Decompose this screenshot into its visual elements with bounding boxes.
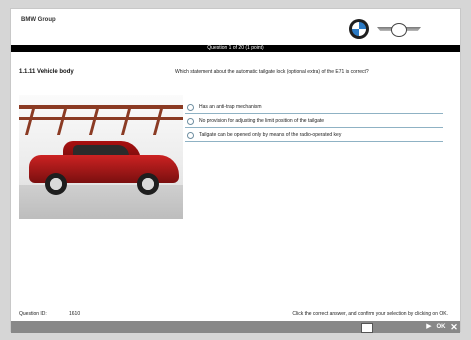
close-icon[interactable]: ✕: [449, 322, 459, 332]
print-icon[interactable]: [361, 323, 373, 333]
answer-label: No provision for adjusting the limit pos…: [199, 118, 325, 124]
brand-title: BMW Group: [21, 17, 56, 23]
car-illustration: [29, 141, 179, 195]
bmw-logo-icon: [349, 19, 369, 39]
radio-icon[interactable]: [187, 132, 194, 139]
radio-icon[interactable]: [187, 118, 194, 125]
instruction-text: Click the correct answer, and confirm yo…: [292, 311, 448, 317]
question-id-label: Question ID:: [19, 311, 47, 317]
vehicle-photo: [19, 95, 183, 219]
footer-toolbar: ▶ OK ✕: [11, 321, 460, 333]
question-text: Which statement about the automatic tail…: [175, 69, 369, 75]
quiz-window: BMW Group Question 1 of 20 (1 point) 1.1…: [10, 8, 461, 333]
mini-logo-icon: [377, 23, 421, 37]
answer-option-3[interactable]: Tailgate can be opened only by means of …: [185, 129, 443, 142]
answer-label: Has an anti-trap mechanism: [199, 104, 262, 110]
ok-button[interactable]: OK: [435, 323, 447, 331]
answer-list: Has an anti-trap mechanism No provision …: [185, 101, 443, 143]
question-progress-bar: Question 1 of 20 (1 point): [11, 45, 460, 52]
answer-option-2[interactable]: No provision for adjusting the limit pos…: [185, 115, 443, 128]
brand-logos: [349, 17, 439, 41]
answer-option-1[interactable]: Has an anti-trap mechanism: [185, 101, 443, 114]
section-title: 1.1.11 Vehicle body: [19, 69, 74, 75]
question-id-value: 1610: [69, 311, 81, 317]
radio-icon[interactable]: [187, 104, 194, 111]
next-icon[interactable]: ▶: [425, 323, 433, 331]
answer-label: Tailgate can be opened only by means of …: [199, 132, 342, 138]
